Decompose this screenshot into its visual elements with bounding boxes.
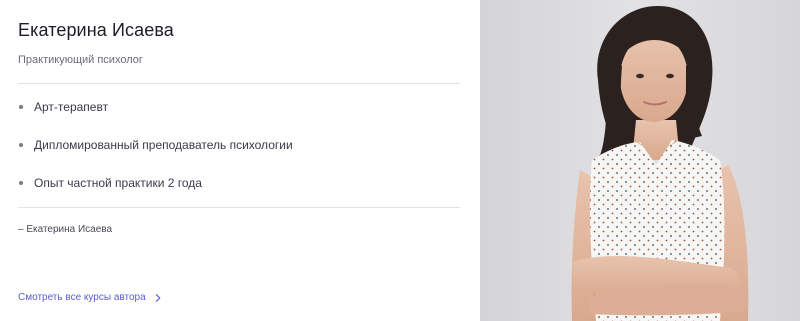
fact-text: Арт-терапевт bbox=[34, 100, 109, 114]
chevron-right-icon bbox=[153, 293, 163, 303]
author-card: Екатерина Исаева Практикующий психолог А… bbox=[0, 0, 800, 321]
author-role: Практикующий психолог bbox=[18, 54, 143, 66]
list-item: Арт-терапевт bbox=[18, 100, 460, 115]
bullet-icon bbox=[19, 105, 23, 109]
all-courses-link-label: Смотреть все курсы автора bbox=[18, 292, 146, 303]
fact-text: Дипломированный преподаватель психологии bbox=[34, 138, 293, 152]
divider-top bbox=[18, 83, 460, 84]
author-signature: – Екатерина Исаева bbox=[18, 224, 113, 235]
bullet-icon bbox=[19, 181, 23, 185]
list-item: Дипломированный преподаватель психологии bbox=[18, 138, 460, 153]
author-portrait-illustration bbox=[480, 0, 800, 321]
author-photo bbox=[480, 0, 800, 321]
bullet-icon bbox=[19, 143, 23, 147]
author-facts-list: Арт-терапевт Дипломированный преподавате… bbox=[18, 100, 460, 191]
author-info-panel: Екатерина Исаева Практикующий психолог А… bbox=[0, 0, 480, 321]
all-courses-link[interactable]: Смотреть все курсы автора bbox=[18, 291, 163, 304]
fact-text: Опыт частной практики 2 года bbox=[34, 176, 202, 190]
list-item: Опыт частной практики 2 года bbox=[18, 176, 460, 191]
divider-bottom bbox=[18, 207, 460, 208]
author-name: Екатерина Исаева bbox=[18, 20, 174, 40]
